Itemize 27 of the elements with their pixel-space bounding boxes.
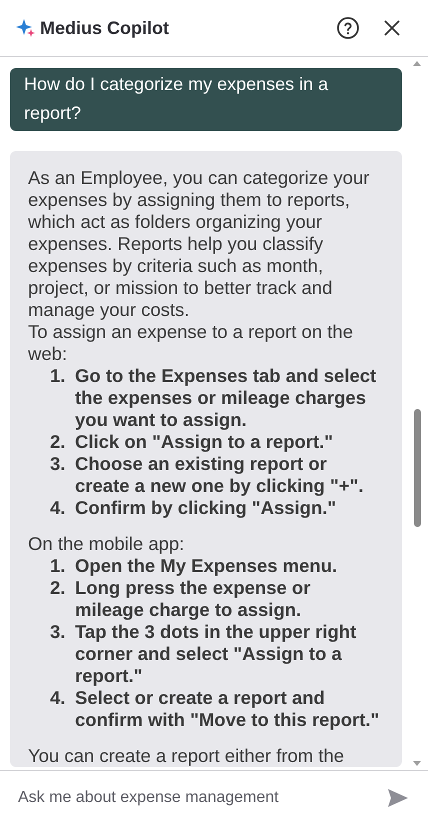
list-item: Click on "Assign to a report.": [75, 431, 334, 453]
list-number: 2.: [50, 577, 66, 600]
list-item: Confirm by clicking "Assign.": [75, 497, 338, 519]
list-item: Choose an existing report or create a new one by clicking "+".: [75, 453, 364, 497]
answer-paragraph: To assign an expense to a report on the web:: [28, 321, 354, 365]
list-number: 3.: [50, 453, 66, 476]
close-icon[interactable]: [384, 20, 400, 36]
list-item: Long press the expense or mileage charge to assign.: [75, 577, 312, 621]
list-number: 2.: [50, 431, 66, 453]
list-item: Open the My Expenses menu.: [75, 555, 338, 577]
list-number: 1.: [50, 555, 66, 577]
answer-paragraph: You can create a report either from the: [28, 745, 346, 767]
app-title: Medius Copilot: [40, 16, 169, 40]
sparkle-logo-icon: [16, 18, 36, 38]
list-item: Select or create a report and confirm with "Move to this report.": [75, 687, 380, 731]
question-bubble: How do I categorize my expenses in a report?: [10, 68, 402, 131]
list-number: 3.: [50, 621, 66, 644]
list-item: Tap the 3 dots in the upper right corner and select "Assign to a report.": [75, 621, 358, 687]
send-icon[interactable]: [388, 788, 408, 806]
answer-paragraph: As an Employee, you can categorize your expenses by assigning them to reports, which act as folders organizing your expenses. Reports help you classify expenses by criteria such as month, project, or mission to better track and manage your costs.: [28, 167, 370, 321]
list-number: 4.: [50, 497, 66, 519]
answer-paragraph: On the mobile app:: [28, 533, 186, 555]
message-input[interactable]: Ask me about expense management: [16, 784, 388, 810]
list-item: Go to the Expenses tab and select the expenses or mileage charges you want to assign.: [75, 365, 378, 431]
help-icon[interactable]: [336, 16, 360, 40]
list-number: 1.: [50, 365, 66, 388]
list-number: 4.: [50, 687, 66, 710]
